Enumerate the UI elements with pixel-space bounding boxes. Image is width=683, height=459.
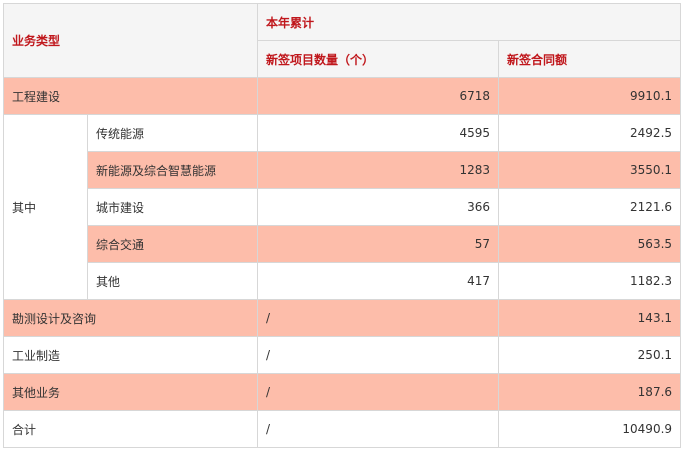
row-count: / (257, 410, 500, 448)
row-count: 6718 (257, 77, 500, 115)
header-new-contract-amount: 新签合同额 (498, 40, 682, 78)
row-label: 其他业务 (2, 373, 259, 411)
row-label: 其他 (86, 262, 259, 300)
table-row-new-energy: 新能源及综合智慧能源 1283 3550.1 (4, 151, 682, 189)
row-amount: 10490.9 (498, 410, 682, 448)
row-amount: 2121.6 (498, 188, 682, 226)
header-ytd: 本年累计 (257, 3, 682, 41)
table-row-total: 合计 / 10490.9 (2, 410, 682, 448)
row-amount: 3550.1 (498, 151, 682, 189)
table-row-traditional-energy: 其中 传统能源 4595 2492.5 (3, 114, 682, 300)
header-new-projects: 新签项目数量（个） (257, 40, 500, 78)
row-amount: 563.5 (498, 225, 682, 263)
row-label: 综合交通 (86, 225, 259, 263)
row-label: 传统能源 (86, 114, 259, 152)
row-count: 366 (257, 188, 500, 226)
table-row-transportation: 综合交通 57 563.5 (4, 225, 682, 263)
row-label: 勘测设计及咨询 (2, 299, 259, 337)
row-count: 4595 (257, 114, 500, 152)
group-label-of-which: 其中 (3, 114, 88, 300)
row-amount: 9910.1 (498, 77, 682, 115)
table-row-industrial-manufacturing: 工业制造 / 250.1 (2, 336, 682, 374)
business-summary-table: 业务类型 本年累计 新签项目数量（个） 新签合同额 工程建设 6718 9910… (2, 3, 682, 448)
header-business-type: 业务类型 (2, 3, 259, 78)
row-amount: 187.6 (498, 373, 682, 411)
row-label: 工业制造 (2, 336, 259, 374)
table-row-engineering: 工程建设 6718 9910.1 (2, 77, 682, 115)
row-label: 新能源及综合智慧能源 (86, 151, 259, 189)
table-row-urban-construction: 城市建设 366 2121.6 (4, 188, 682, 226)
row-count: / (257, 336, 500, 374)
row-label: 工程建设 (2, 77, 259, 115)
page: 业务类型 本年累计 新签项目数量（个） 新签合同额 工程建设 6718 9910… (0, 0, 683, 459)
row-amount: 143.1 (498, 299, 682, 337)
row-count: 57 (257, 225, 500, 263)
row-amount: 250.1 (498, 336, 682, 374)
row-count: / (257, 373, 500, 411)
table-row-survey-design: 勘测设计及咨询 / 143.1 (2, 299, 682, 337)
row-amount: 1182.3 (498, 262, 682, 300)
table-row-other-business: 其他业务 / 187.6 (2, 373, 682, 411)
header-row-1: 业务类型 本年累计 (2, 3, 682, 78)
row-label: 城市建设 (86, 188, 259, 226)
row-count: / (257, 299, 500, 337)
row-count: 1283 (257, 151, 500, 189)
row-amount: 2492.5 (498, 114, 682, 152)
row-count: 417 (257, 262, 500, 300)
row-label: 合计 (2, 410, 259, 448)
table-row-other-sub: 其他 417 1182.3 (4, 262, 682, 300)
